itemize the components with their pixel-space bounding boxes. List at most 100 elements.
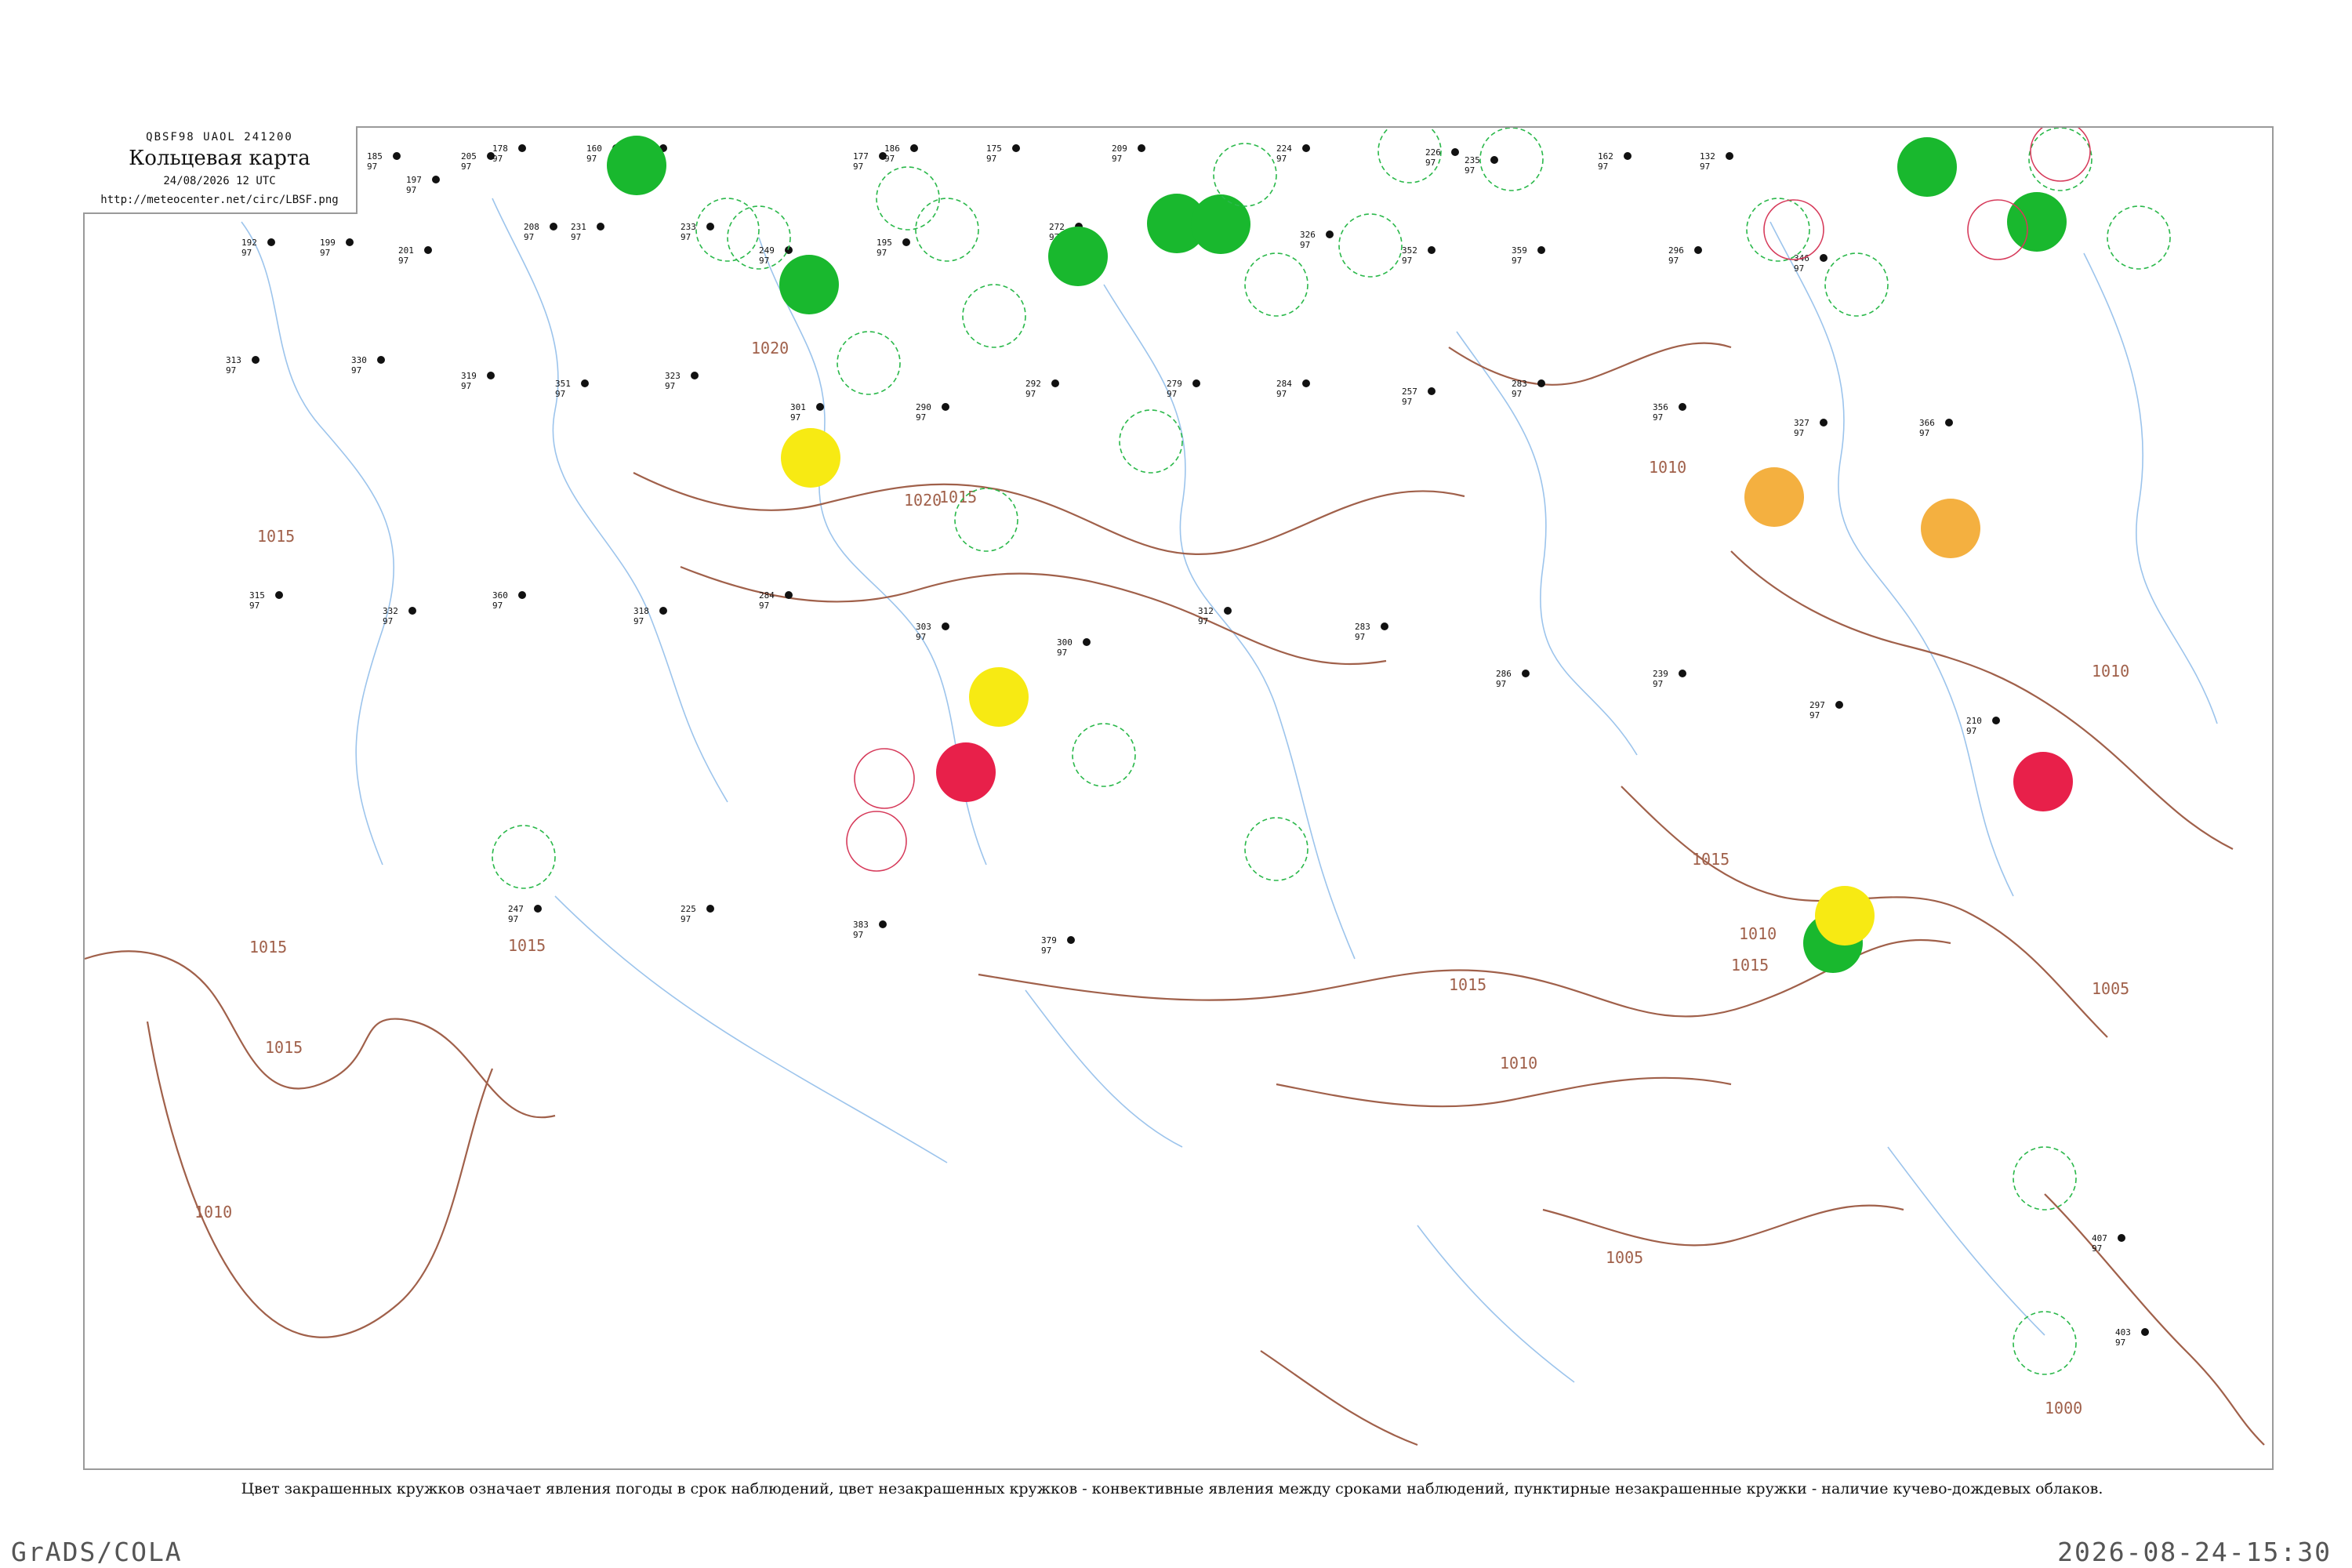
station-pressure: 292 [1025,379,1041,389]
station-dewpoint: 97 [1512,389,1522,399]
station-pressure: 332 [383,606,398,616]
station-marker [377,356,385,364]
station-pressure: 303 [916,622,931,632]
station-pressure: 257 [1402,387,1417,397]
station-dewpoint: 97 [1057,648,1067,658]
station-pressure: 247 [508,904,524,914]
cb-cloud-marker [2013,1311,2077,1375]
river [492,198,728,803]
station-marker [1820,419,1828,426]
station-observations-layer: 1859719797205971789716097175971779718697… [226,143,2149,1348]
station-pressure: 327 [1794,418,1809,428]
convective-marker [1763,199,1824,260]
station-marker [1537,379,1545,387]
station-marker [1224,607,1232,615]
station-marker [275,591,283,599]
station-dewpoint: 97 [853,930,863,940]
station-pressure: 226 [1425,147,1441,158]
station-pressure: 326 [1300,230,1316,240]
station-dewpoint: 97 [1794,263,1804,274]
station-marker [1302,144,1310,152]
station-dewpoint: 97 [1276,389,1287,399]
station-dewpoint: 97 [986,154,996,164]
station-dewpoint: 97 [1966,726,1976,736]
convective-marker [854,748,915,809]
station-dewpoint: 97 [1653,679,1663,689]
station-marker [1067,936,1075,944]
station-pressure: 356 [1653,402,1668,412]
phenomenon-circle-yellow [781,428,840,488]
river [1025,989,1183,1148]
station-pressure: 296 [1668,245,1684,256]
station-marker [942,403,949,411]
station-marker [550,223,557,230]
station-dewpoint: 97 [249,601,260,611]
station-marker [581,379,589,387]
station-pressure: 197 [406,175,422,185]
station-marker [1992,717,2000,724]
station-dewpoint: 97 [633,616,644,626]
station-dewpoint: 97 [555,389,565,399]
weather-map: 1020 1020 1015 1015 1015 1015 1015 1015 1015 1015… [83,126,2274,1470]
station-marker [424,246,432,254]
cb-cloud-marker [2107,205,2171,270]
phenomenon-circle-green [1048,227,1108,286]
isobar-label: 1015 [939,488,977,506]
station-marker [1726,152,1733,160]
cb-cloud-marker [1213,143,1277,207]
phenomenon-circle-orange [1744,467,1804,527]
station-dewpoint: 97 [398,256,408,266]
station-dewpoint: 97 [790,412,800,423]
station-marker [816,403,824,411]
cb-cloud-marker [915,198,979,262]
isobar-label: 1015 [265,1038,303,1057]
station-dewpoint: 97 [1465,165,1475,176]
station-pressure: 224 [1276,143,1292,154]
station-dewpoint: 97 [571,232,581,242]
phenomenon-circle-green [607,136,666,195]
cb-cloud-marker [962,284,1026,348]
isobar [1448,342,1732,386]
cb-cloud-marker [1338,213,1403,278]
station-pressure: 297 [1809,700,1825,710]
station-pressure: 319 [461,371,477,381]
station-dewpoint: 97 [1112,154,1122,164]
station-dewpoint: 97 [1919,428,1929,438]
station-dewpoint: 97 [461,162,471,172]
map-header-box: QBSF98 UAOL 241200 Кольцевая карта 24/08… [83,126,358,214]
station-dewpoint: 97 [1700,162,1710,172]
isobar [1260,1350,1418,1446]
station-pressure: 301 [790,402,806,412]
station-marker [910,144,918,152]
station-marker [518,591,526,599]
station-dewpoint: 97 [1041,946,1051,956]
phenomenon-circle-red [2013,752,2073,811]
station-dewpoint: 97 [1300,240,1310,250]
station-pressure: 162 [1598,151,1613,162]
station-dewpoint: 97 [1402,397,1412,407]
phenomenon-circle-green [2007,192,2067,252]
station-pressure: 210 [1966,716,1982,726]
station-dewpoint: 97 [406,185,416,195]
isobar-label: 1015 [508,936,546,955]
river [1887,1146,2045,1336]
station-dewpoint: 97 [1198,616,1208,626]
isobar-label: 1000 [2045,1399,2082,1417]
render-timestamp: 2026-08-24-15:30 [2057,1537,2332,1567]
station-marker [267,238,275,246]
station-dewpoint: 97 [383,616,393,626]
station-marker [1012,144,1020,152]
isobar-label: 1020 [751,339,789,358]
station-pressure: 209 [1112,143,1127,154]
station-pressure: 403 [2115,1327,2131,1338]
station-dewpoint: 97 [1167,389,1177,399]
isobar [1276,1076,1732,1108]
station-pressure: 175 [986,143,1002,154]
station-marker [408,607,416,615]
station-dewpoint: 97 [884,154,895,164]
station-pressure: 300 [1057,637,1073,648]
river [1103,284,1356,960]
station-marker [1051,379,1059,387]
station-pressure: 279 [1167,379,1182,389]
phenomenon-circle-red [936,742,996,802]
